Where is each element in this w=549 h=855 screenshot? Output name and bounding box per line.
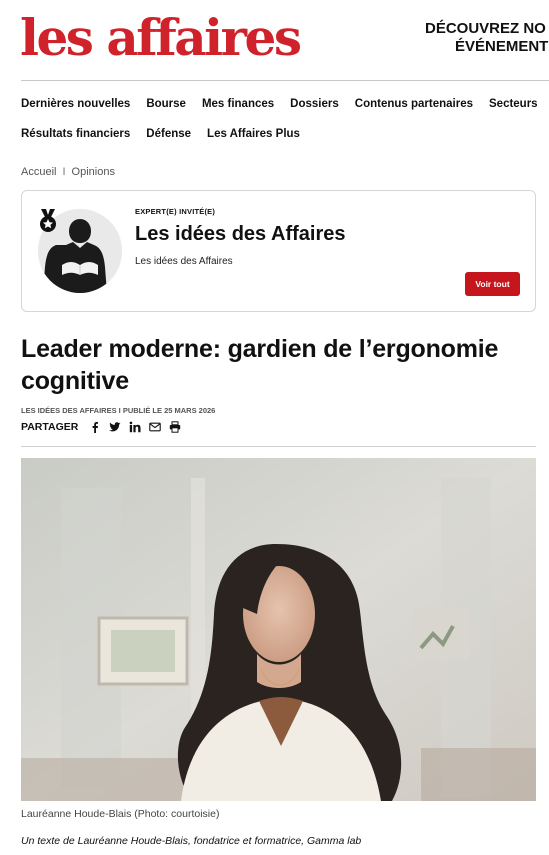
main-nav-row-2: Résultats financiers Défense Les Affaire… <box>21 128 316 140</box>
nav-item-resultats-financiers[interactable]: Résultats financiers <box>21 128 130 140</box>
nav-item-les-affaires-plus[interactable]: Les Affaires Plus <box>207 128 300 140</box>
author-card-name[interactable]: Les idées des Affaires <box>135 223 345 246</box>
main-nav-row-1: Dernières nouvelles Bourse Mes finances … <box>21 98 549 110</box>
author-card: EXPERT(E) INVITÉ(E) Les idées des Affair… <box>21 190 536 312</box>
article-title: Leader moderne: gardien de l’ergonomie c… <box>21 335 499 395</box>
promo-line-1: DÉCOUVREZ NO <box>425 20 546 37</box>
breadcrumb: Accueil I Opinions <box>21 166 115 178</box>
nav-item-mes-finances[interactable]: Mes finances <box>202 98 274 110</box>
expert-badge-icon <box>37 209 59 233</box>
facebook-icon[interactable] <box>88 420 102 434</box>
events-promo-link[interactable]: DÉCOUVREZ NO ÉVÉNEMENT <box>425 20 549 56</box>
author-card-subtitle: Les idées des Affaires <box>135 256 233 267</box>
nav-item-dossiers[interactable]: Dossiers <box>290 98 339 110</box>
breadcrumb-separator: I <box>62 166 66 178</box>
nav-item-bourse[interactable]: Bourse <box>146 98 186 110</box>
nav-item-contenus-partenaires[interactable]: Contenus partenaires <box>355 98 473 110</box>
breadcrumb-home[interactable]: Accueil <box>21 166 56 178</box>
email-icon[interactable] <box>148 420 162 434</box>
nav-item-secteurs[interactable]: Secteurs <box>489 98 538 110</box>
promo-line-2: ÉVÉNEMENT <box>455 38 549 55</box>
share-bar: PARTAGER <box>21 420 188 434</box>
article-meta: LES IDÉES DES AFFAIRES I PUBLIÉ LE 25 MA… <box>21 406 216 415</box>
article-hero-photo <box>21 458 536 801</box>
nav-item-dernieres-nouvelles[interactable]: Dernières nouvelles <box>21 98 130 110</box>
photo-caption: Lauréanne Houde-Blais (Photo: courtoisie… <box>21 808 220 820</box>
share-label: PARTAGER <box>21 421 79 433</box>
site-logo[interactable]: les affaires <box>20 8 302 68</box>
breadcrumb-opinions[interactable]: Opinions <box>72 166 115 178</box>
author-card-kicker: EXPERT(E) INVITÉ(E) <box>135 207 216 216</box>
nav-item-defense[interactable]: Défense <box>146 128 191 140</box>
print-icon[interactable] <box>168 420 182 434</box>
twitter-icon[interactable] <box>108 420 122 434</box>
article-divider <box>21 446 536 447</box>
linkedin-icon[interactable] <box>128 420 142 434</box>
article-byline: Un texte de Lauréanne Houde-Blais, fonda… <box>21 835 362 847</box>
see-all-button[interactable]: Voir tout <box>465 272 520 296</box>
header-divider <box>21 80 549 81</box>
portrait-photo-image <box>21 458 536 801</box>
